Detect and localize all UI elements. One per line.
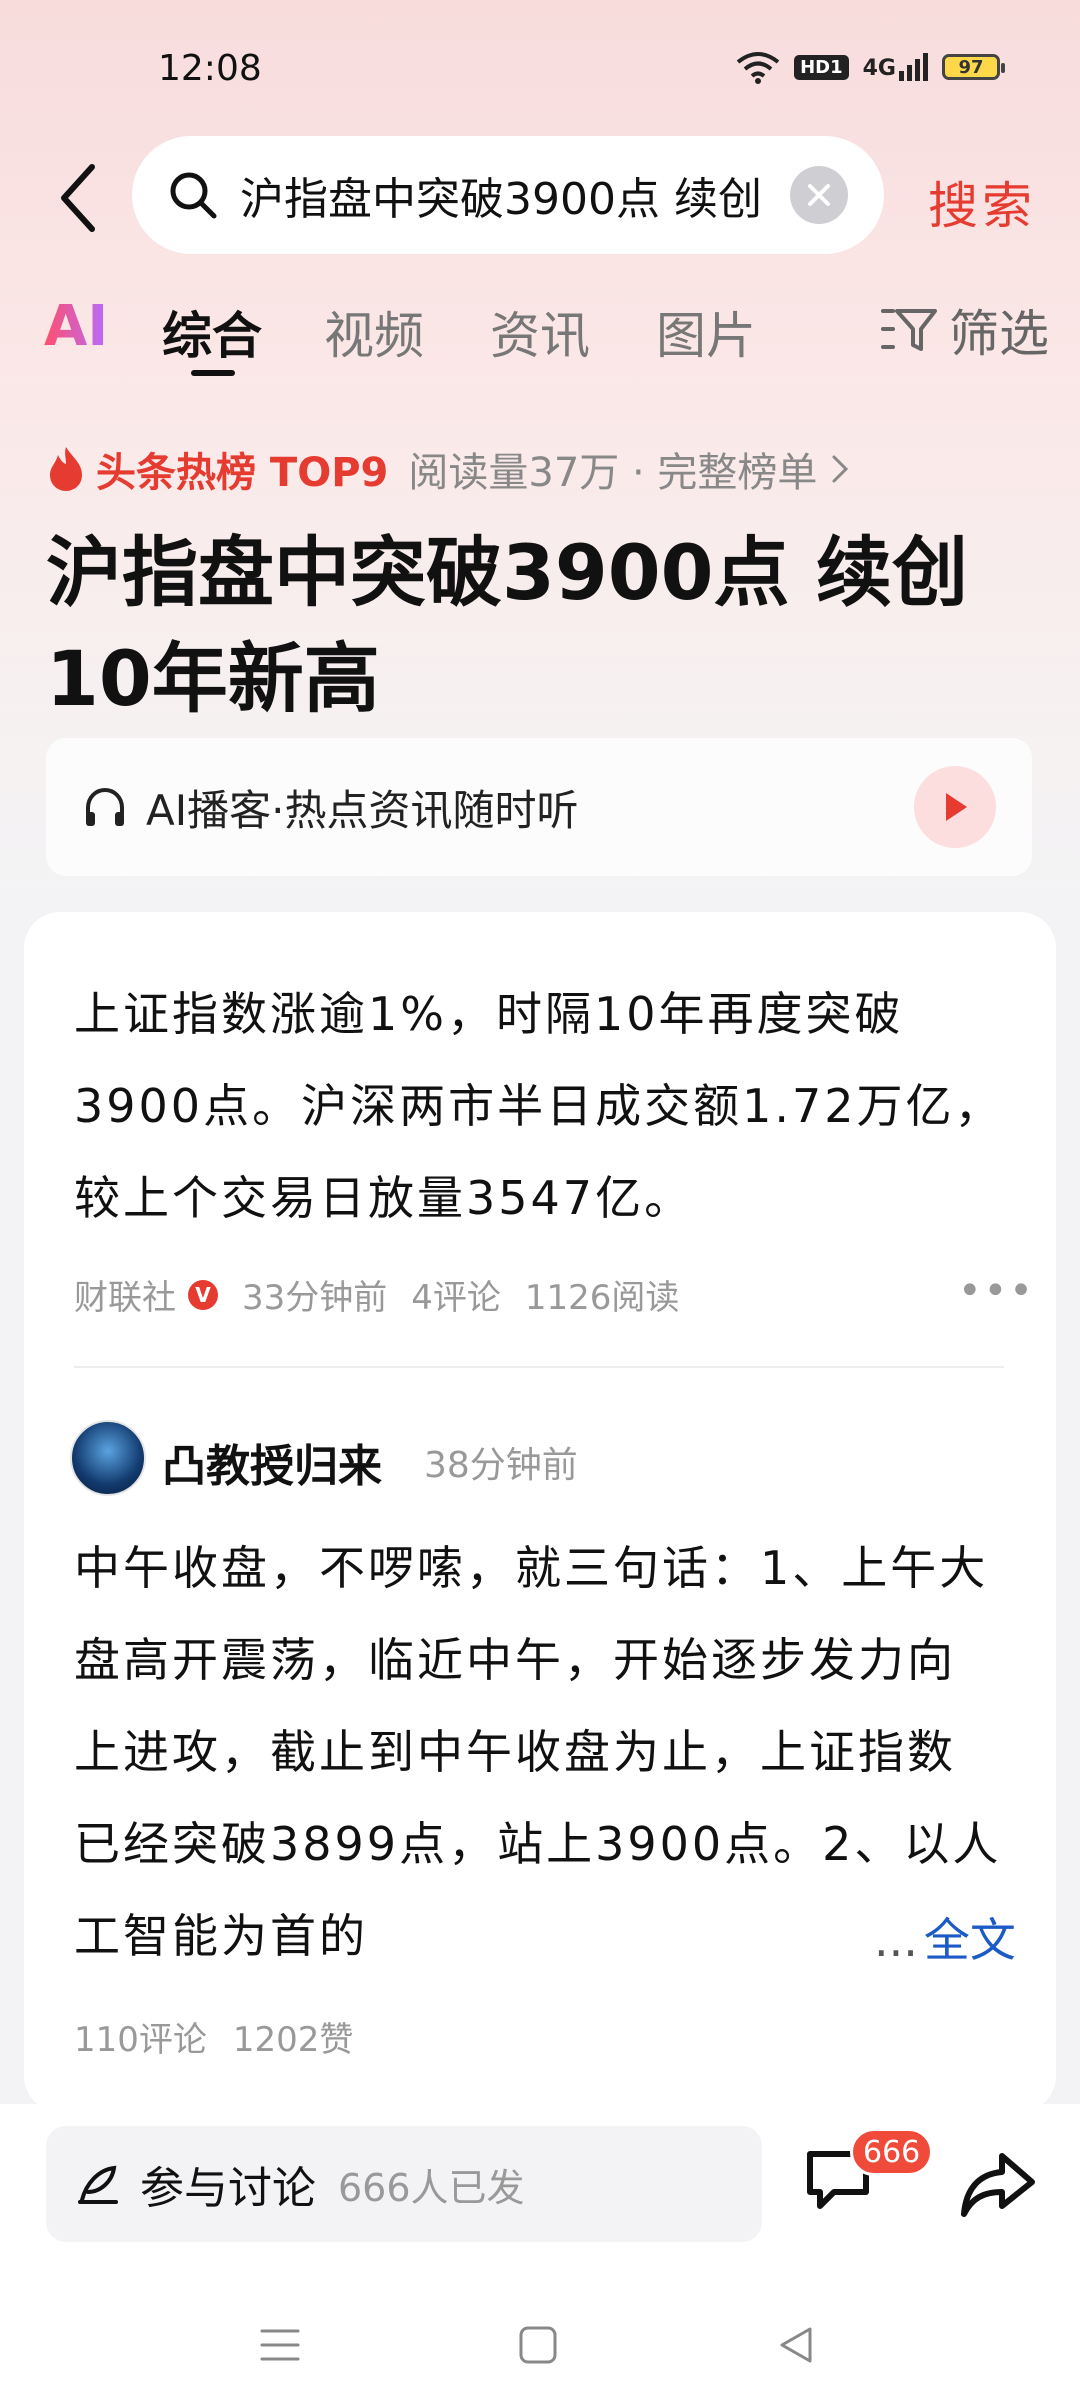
ellipsis: ... (874, 1913, 918, 1967)
avatar[interactable] (70, 1420, 146, 1496)
clear-search-button[interactable] (790, 166, 848, 224)
ai-podcast-bar[interactable]: AI播客·热点资讯随时听 (46, 738, 1032, 876)
back-button[interactable] (48, 158, 108, 238)
search-input[interactable]: 沪指盘中突破3900点 续创10年新高 (240, 163, 760, 227)
divider (74, 1366, 1004, 1368)
search-button[interactable]: 搜索 (928, 166, 1036, 238)
nav-menu-button[interactable] (240, 2310, 320, 2380)
hot-badge: 头条热榜 TOP9 (96, 450, 389, 496)
news-time: 33分钟前 (242, 1278, 388, 1318)
play-icon (946, 793, 967, 821)
battery-icon: 97 (942, 54, 1005, 80)
hd-icon: HD1 (794, 54, 849, 80)
signal-icon: 4G (863, 53, 928, 81)
post-time: 38分钟前 (424, 1445, 578, 1486)
filter-label: 筛选 (949, 305, 1049, 363)
share-button[interactable] (958, 2144, 1038, 2224)
news-reads: 1126阅读 (524, 1278, 680, 1318)
back-triangle-icon (780, 2327, 812, 2363)
page-title: 沪指盘中突破3900点 续创10年新高 (46, 528, 968, 723)
headphones-icon (86, 787, 124, 826)
post-meta: 110评论 1202赞 (74, 2012, 353, 2061)
hot-list-link[interactable]: 头条热榜 TOP9 阅读量37万 · 完整榜单 (46, 440, 851, 498)
post-comments[interactable]: 110评论 (74, 2012, 207, 2061)
nav-home-button[interactable] (498, 2310, 578, 2380)
podcast-label: AI播客·热点资讯随时听 (146, 785, 579, 835)
ai-tab[interactable]: AI (44, 294, 108, 359)
comment-count: 666人已发 (338, 2165, 525, 2210)
more-options-icon[interactable]: ••• (958, 1268, 1035, 1314)
search-box[interactable]: 沪指盘中突破3900点 续创10年新高 (132, 136, 884, 254)
active-tab-indicator (191, 370, 235, 376)
status-time: 12:08 (158, 48, 262, 89)
hot-meta: 阅读量37万 · 完整榜单 (408, 450, 818, 496)
tab-news[interactable]: 资讯 (490, 296, 590, 368)
news-summary[interactable]: 上证指数涨逾1%，时隔10年再度突破3900点。沪深两市半日成交额1.72万亿，… (74, 968, 1004, 1244)
news-comments[interactable]: 4评论 (411, 1270, 501, 1319)
chevron-left-icon (61, 164, 95, 232)
menu-icon (260, 2329, 300, 2361)
status-icons: HD1 4G 97 (736, 50, 1005, 84)
full-text-label: 全文 (923, 1913, 1016, 1967)
nav-back-button[interactable] (756, 2310, 836, 2380)
comment-count-badge: 666 (850, 2128, 934, 2176)
battery-level: 97 (958, 56, 984, 78)
pen-icon (78, 2165, 118, 2204)
tab-comprehensive[interactable]: 综合 (162, 296, 262, 368)
author-name[interactable]: 凸教授归来 (162, 1430, 382, 1494)
full-text-link[interactable]: ... 全文 (862, 1904, 1016, 1970)
source-name[interactable]: 财联社 (74, 1270, 176, 1319)
comment-label: 参与讨论 (140, 2163, 316, 2214)
wifi-icon (736, 52, 780, 84)
tab-video[interactable]: 视频 (324, 296, 424, 368)
flame-icon (50, 447, 82, 491)
post-likes[interactable]: 1202赞 (233, 2012, 354, 2061)
tab-bar: AI 综合 视频 资讯 图片 筛选 (44, 290, 1049, 376)
share-icon (961, 2153, 1035, 2217)
chevron-right-icon (832, 455, 849, 483)
verified-icon: V (188, 1279, 218, 1310)
filter-icon (881, 309, 937, 351)
play-button[interactable] (914, 766, 996, 848)
filter-button[interactable]: 筛选 (879, 294, 1049, 366)
search-icon (170, 172, 217, 219)
comment-input[interactable]: 参与讨论 666人已发 (46, 2126, 762, 2242)
news-meta: 财联社 V 33分钟前 4评论 1126阅读 (74, 1270, 679, 1319)
close-icon (808, 184, 830, 206)
home-square-icon (519, 2326, 557, 2364)
tab-images[interactable]: 图片 (656, 296, 756, 368)
